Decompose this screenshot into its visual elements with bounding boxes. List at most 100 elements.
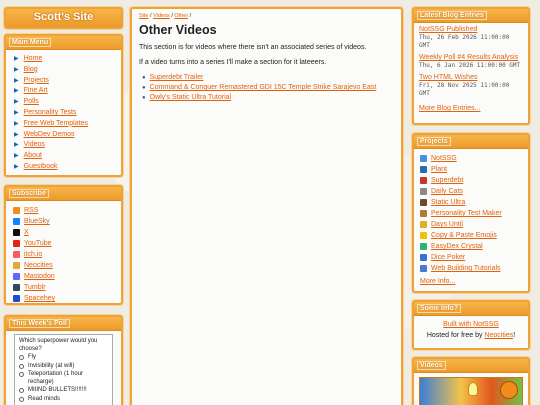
menu-item-personality-tests[interactable]: ▶ Personality Tests	[14, 108, 115, 119]
menu-bullet-icon: ▶	[14, 77, 19, 84]
list-item[interactable]: Daily Cats	[420, 186, 522, 197]
list-item-link[interactable]: Static Ultra	[431, 197, 465, 208]
menu-link[interactable]: Guestbook	[24, 162, 58, 173]
list-item-link[interactable]: RSS	[24, 205, 38, 216]
poll-option[interactable]: Invisibility (at will)	[19, 363, 108, 371]
list-item-link[interactable]: Neocities	[24, 260, 53, 271]
list-item-link[interactable]: Mastodon	[24, 271, 55, 282]
list-item-link[interactable]: YouTube	[24, 238, 52, 249]
list-item-link[interactable]: Superdebt	[431, 175, 463, 186]
neocities-link[interactable]: Neocities	[484, 332, 513, 339]
list-item-link[interactable]: Web Building Tutorials	[431, 263, 501, 274]
list-item[interactable]: Dice Poker	[420, 252, 522, 263]
blog-entry-link[interactable]: NotSSG Published	[419, 26, 477, 33]
poll-radio[interactable]	[19, 396, 24, 402]
list-item-link[interactable]: Daily Cats	[431, 186, 463, 197]
menu-item-fine-art[interactable]: ▶ Fine Art	[14, 86, 115, 97]
list-item-link[interactable]: NotSSG	[431, 153, 457, 164]
list-item[interactable]: Neocities	[13, 260, 115, 271]
list-item-link[interactable]: Days Until	[431, 219, 463, 230]
menu-item-about[interactable]: ▶ About	[14, 151, 115, 162]
menu-item-projects[interactable]: ▶ Projects	[14, 76, 115, 87]
list-item-link[interactable]: Tumblr	[24, 282, 46, 293]
list-item-link[interactable]: BlueSky	[24, 216, 50, 227]
list-item-link[interactable]: Personality Test Maker	[431, 208, 502, 219]
video-link[interactable]: Superdebt Trailer	[150, 73, 204, 83]
poll-radio[interactable]	[19, 355, 24, 360]
breadcrumb-videos[interactable]: Videos	[153, 13, 170, 19]
list-item[interactable]: Superdebt	[420, 175, 522, 186]
list-item[interactable]: Static Ultra	[420, 197, 522, 208]
video-link[interactable]: Owly's Static Ultra Tutorial	[150, 93, 231, 103]
list-item-link[interactable]: Dice Poker	[431, 252, 465, 263]
menu-link[interactable]: Videos	[24, 140, 45, 151]
menu-link[interactable]: Projects	[24, 76, 49, 87]
info-panel: Some Info? Built with NotSSG Hosted for …	[412, 300, 530, 350]
list-item[interactable]: BlueSky	[13, 216, 115, 227]
menu-link[interactable]: Blog	[24, 65, 38, 76]
video-link[interactable]: Command & Conquer Remastered GDI 15C Tem…	[150, 83, 377, 93]
bullet-icon: ●	[142, 85, 146, 91]
menu-link[interactable]: About	[24, 151, 42, 162]
more-blog-link[interactable]: More Blog Entries...	[419, 105, 480, 112]
blog-entry-link[interactable]: Weekly Poll #4 Results Analysis	[419, 54, 518, 61]
menu-link[interactable]: Polls	[24, 97, 39, 108]
page-title: Other Videos	[139, 23, 217, 37]
breadcrumb-other[interactable]: Other	[174, 13, 188, 19]
menu-item-free-web-templates[interactable]: ▶ Free Web Templates	[14, 119, 115, 130]
poll-options: Fly Invisibility (at will) Teleportation (…	[19, 354, 108, 403]
poll-radio[interactable]	[19, 372, 24, 377]
menu-link[interactable]: Free Web Templates	[24, 119, 88, 130]
mastodon-icon	[13, 273, 20, 280]
list-item[interactable]: X	[13, 227, 115, 238]
list-item[interactable]: Tumblr	[13, 282, 115, 293]
video-thumbnail[interactable]	[419, 377, 523, 405]
list-item[interactable]: Plant	[420, 164, 522, 175]
video-list-item[interactable]: ● Command & Conquer Remastered GDI 15C Te…	[142, 83, 394, 93]
site-title[interactable]: Scott's Site	[6, 9, 121, 25]
list-item-link[interactable]: EasyDex Crystal	[431, 241, 483, 252]
list-item-link[interactable]: X	[24, 227, 29, 238]
menu-link[interactable]: Home	[24, 54, 43, 65]
menu-link[interactable]: WebDev Demos	[24, 130, 75, 141]
list-item-link[interactable]: itch.io	[24, 249, 42, 260]
list-item[interactable]: NotSSG	[420, 153, 522, 164]
video-list-item[interactable]: ● Owly's Static Ultra Tutorial	[142, 93, 394, 103]
list-item[interactable]: itch.io	[13, 249, 115, 260]
video-list-item[interactable]: ● Superdebt Trailer	[142, 73, 394, 83]
list-item-link[interactable]: Spacehey	[24, 293, 55, 304]
poll-radio[interactable]	[19, 388, 24, 393]
breadcrumb-site[interactable]: Site	[139, 13, 148, 19]
tutorial-icon	[420, 265, 427, 272]
menu-item-videos[interactable]: ▶ Videos	[14, 140, 115, 151]
poll-option-label: Teleportation (1 hour recharge)	[28, 371, 84, 385]
list-item[interactable]: Copy & Paste Emojis	[420, 230, 522, 241]
list-item[interactable]: YouTube	[13, 238, 115, 249]
list-item[interactable]: RSS	[13, 205, 115, 216]
menu-item-home[interactable]: ▶ Home	[14, 54, 115, 65]
list-item[interactable]: Days Until	[420, 219, 522, 230]
menu-item-polls[interactable]: ▶ Polls	[14, 97, 115, 108]
poll-option[interactable]: Read minds	[19, 396, 108, 404]
poll-radio[interactable]	[19, 363, 24, 369]
built-with-link[interactable]: Built with NotSSG	[443, 321, 499, 328]
menu-link[interactable]: Fine Art	[24, 86, 48, 97]
blog-entry-link[interactable]: Two HTML Wishes	[419, 74, 477, 81]
list-item[interactable]: Spacehey	[13, 293, 115, 304]
poll-option[interactable]: MIIIND BULLETS!!!!!!!	[19, 387, 108, 395]
menu-bullet-icon: ▶	[14, 66, 19, 73]
list-item-link[interactable]: Copy & Paste Emojis	[431, 230, 497, 241]
list-item[interactable]: Personality Test Maker	[420, 208, 522, 219]
menu-bullet-icon: ▶	[14, 163, 19, 170]
list-item[interactable]: Web Building Tutorials	[420, 263, 522, 274]
menu-link[interactable]: Personality Tests	[24, 108, 77, 119]
poll-option[interactable]: Teleportation (1 hour recharge)	[19, 371, 108, 386]
list-item[interactable]: EasyDex Crystal	[420, 241, 522, 252]
list-item[interactable]: Mastodon	[13, 271, 115, 282]
poll-option[interactable]: Fly	[19, 354, 108, 362]
list-item-link[interactable]: Plant	[431, 164, 447, 175]
menu-item-webdev-demos[interactable]: ▶ WebDev Demos	[14, 130, 115, 141]
menu-item-guestbook[interactable]: ▶ Guestbook	[14, 162, 115, 173]
projects-more-link[interactable]: More Info...	[420, 278, 455, 285]
menu-item-blog[interactable]: ▶ Blog	[14, 65, 115, 76]
